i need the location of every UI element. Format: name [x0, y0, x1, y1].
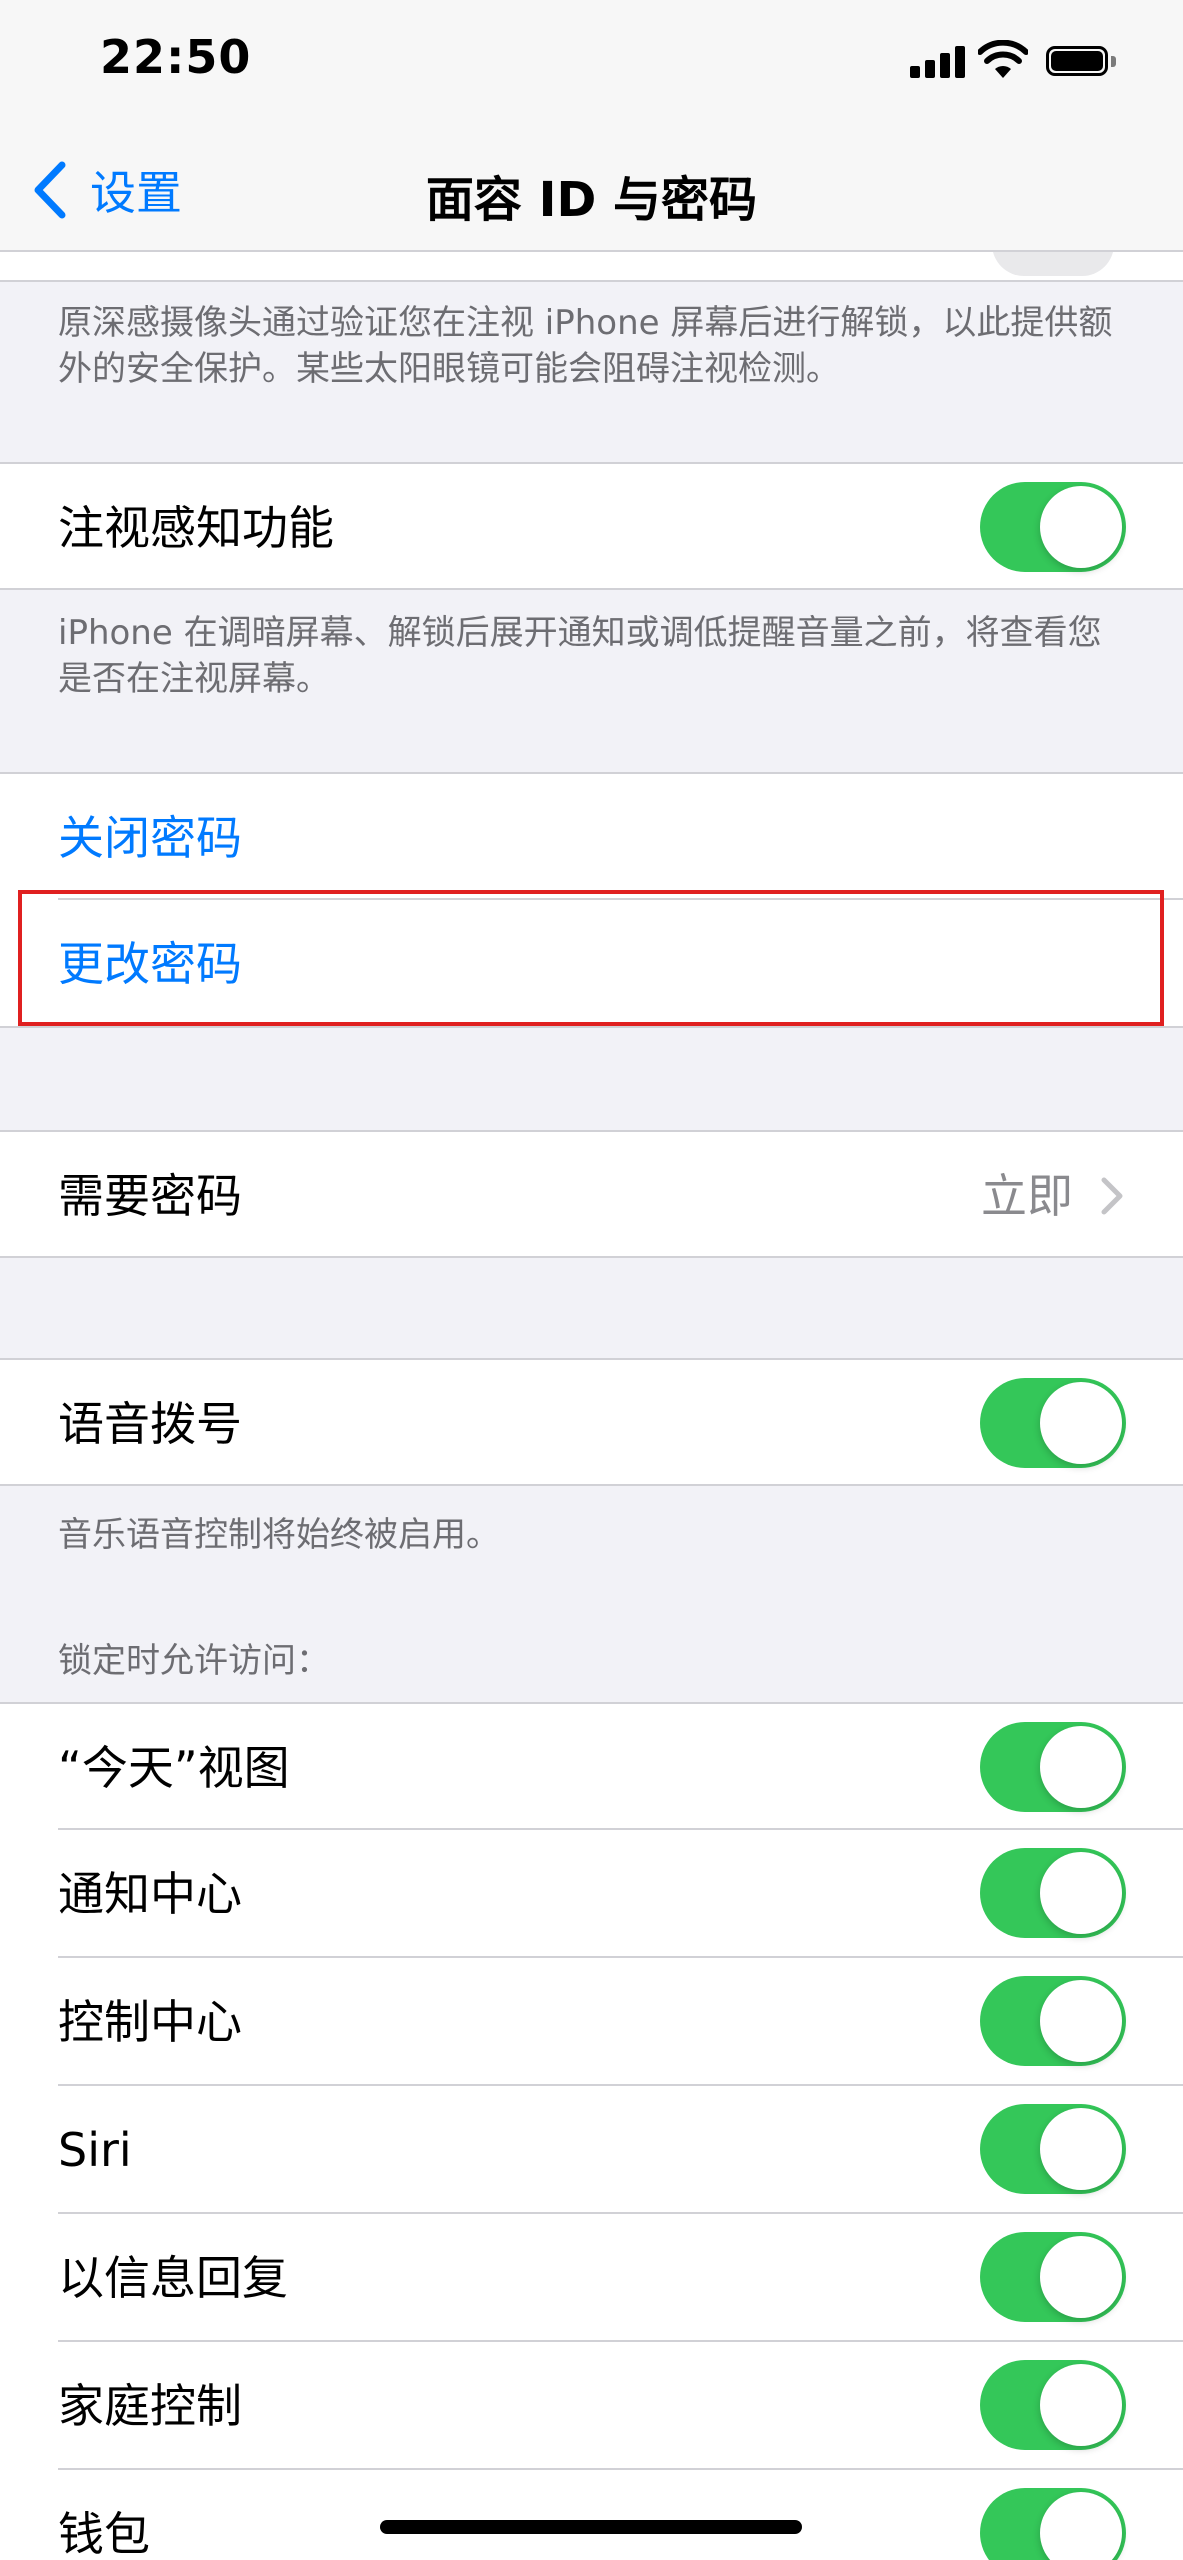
home-indicator[interactable] — [380, 2520, 802, 2534]
lock-access-item-reply-with-message: 以信息回复 — [0, 2214, 1183, 2342]
highlight-box — [18, 890, 1164, 1026]
battery-icon — [1046, 46, 1118, 78]
lock-access-item-home-control: 家庭控制 — [0, 2342, 1183, 2470]
turn-off-passcode-label: 关闭密码 — [58, 811, 242, 865]
navigation-bar: 设置 面容 ID 与密码 — [0, 130, 1183, 252]
wallet-label: 钱包 — [58, 2507, 150, 2560]
wifi-icon — [978, 40, 1028, 78]
lock-access-item-notification-center: 通知中心 — [0, 1830, 1183, 1958]
siri-toggle[interactable] — [980, 2104, 1126, 2194]
page-title: 面容 ID 与密码 — [425, 172, 758, 228]
status-bar: 22:50 — [0, 0, 1183, 130]
notification-center-toggle[interactable] — [980, 1848, 1126, 1938]
attention-aware-cell: 注视感知功能 — [0, 462, 1183, 590]
previous-cell-peek — [0, 252, 1183, 282]
lock-access-header: 锁定时允许访问： — [58, 1641, 330, 1681]
require-passcode-label: 需要密码 — [58, 1169, 242, 1223]
voice-dial-cell: 语音拨号 — [0, 1358, 1183, 1486]
control-center-toggle[interactable] — [980, 1976, 1126, 2066]
reply-with-message-toggle[interactable] — [980, 2232, 1126, 2322]
today-view-toggle[interactable] — [980, 1722, 1126, 1812]
lock-access-item-control-center: 控制中心 — [0, 1958, 1183, 2086]
attention-aware-toggle[interactable] — [980, 482, 1126, 572]
siri-label: Siri — [58, 2123, 132, 2177]
lock-access-item-wallet: 钱包 — [0, 2470, 1183, 2560]
today-view-label: “今天”视图 — [58, 1741, 290, 1795]
attention-footer: 原深感摄像头通过验证您在注视 iPhone 屏幕后进行解锁，以此提供额外的安全保… — [58, 303, 1113, 389]
wallet-toggle[interactable] — [980, 2488, 1126, 2560]
status-time: 22:50 — [100, 30, 252, 84]
control-center-label: 控制中心 — [58, 1995, 242, 2049]
home-control-toggle[interactable] — [980, 2360, 1126, 2450]
lock-access-item-siri: Siri — [0, 2086, 1183, 2214]
reply-with-message-label: 以信息回复 — [58, 2251, 288, 2305]
lock-access-item-today-view: “今天”视图 — [0, 1702, 1183, 1830]
voice-dial-toggle[interactable] — [980, 1378, 1126, 1468]
attention-aware-footer: iPhone 在调暗屏幕、解锁后展开通知或调低提醒音量之前，将查看您是否在注视屏… — [58, 613, 1102, 699]
voice-dial-footer: 音乐语音控制将始终被启用。 — [58, 1515, 500, 1555]
turn-off-passcode-cell[interactable]: 关闭密码 — [0, 772, 1183, 900]
voice-dial-label: 语音拨号 — [58, 1397, 242, 1451]
require-passcode-value: 立即 — [981, 1169, 1073, 1223]
toggle-switch-partial[interactable] — [992, 252, 1114, 276]
home-control-label: 家庭控制 — [58, 2379, 242, 2433]
notification-center-label: 通知中心 — [58, 1867, 242, 1921]
chevron-right-icon — [1101, 1177, 1123, 1215]
attention-aware-label: 注视感知功能 — [58, 501, 334, 555]
cellular-signal-icon — [910, 44, 966, 78]
require-passcode-cell[interactable]: 需要密码 立即 — [0, 1130, 1183, 1258]
